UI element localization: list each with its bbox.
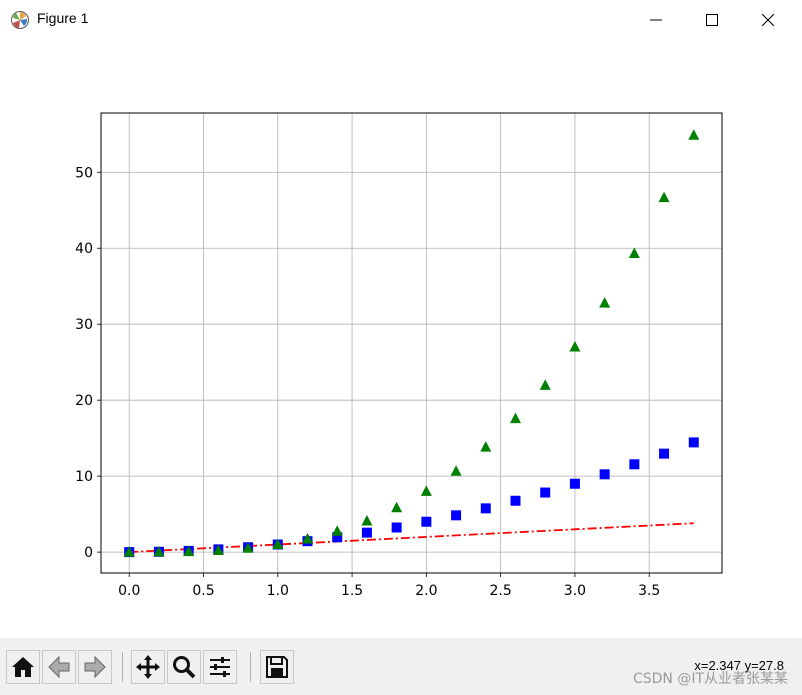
y-tick-label: 40 <box>75 241 93 257</box>
window-title: Figure 1 <box>37 10 89 26</box>
forward-arrow-icon <box>84 655 106 679</box>
toolbar-separator <box>250 652 251 682</box>
forward-button[interactable] <box>78 650 112 684</box>
pan-button[interactable] <box>131 650 165 684</box>
minimize-icon <box>650 19 662 21</box>
close-button[interactable] <box>742 0 794 40</box>
back-button[interactable] <box>42 650 76 684</box>
chart[interactable]: 0.0 0.5 1.0 1.5 2.0 2.5 3.0 3.5 0 10 20 30 40 50 <box>0 40 802 638</box>
matplotlib-icon <box>11 11 29 29</box>
back-arrow-icon <box>48 655 70 679</box>
save-button[interactable] <box>260 650 294 684</box>
title-bar[interactable]: Figure 1 <box>0 0 802 40</box>
x-tick-label: 0.5 <box>192 583 214 599</box>
x-tick-label: 1.5 <box>341 583 363 599</box>
y-tick-label: 50 <box>75 165 93 181</box>
square-point <box>540 487 551 498</box>
square-point <box>599 469 610 480</box>
configure-subplots-icon <box>210 657 230 677</box>
maximize-button[interactable] <box>686 0 738 40</box>
figure-canvas[interactable]: 0.0 0.5 1.0 1.5 2.0 2.5 3.0 3.5 0 10 20 30 40 50 <box>0 40 802 638</box>
save-disk-icon <box>266 656 288 678</box>
y-tick-label: 20 <box>75 393 93 409</box>
x-tick-label: 2.0 <box>415 583 437 599</box>
square-point <box>361 527 372 538</box>
square-point <box>421 516 432 527</box>
y-tick-label: 10 <box>75 469 93 485</box>
zoom-magnifier-icon <box>173 656 196 679</box>
square-point <box>629 459 640 470</box>
figure-window: Figure 1 0.0 0.5 1.0 1.5 2.0 2.5 3.0 3.5 0 10 20 30… <box>0 0 802 695</box>
home-button[interactable] <box>6 650 40 684</box>
home-icon <box>12 657 34 677</box>
close-icon <box>762 14 774 26</box>
square-point <box>480 503 491 514</box>
y-tick-label: 0 <box>84 545 93 561</box>
toolbar-separator <box>122 652 123 682</box>
pan-move-icon <box>136 655 160 679</box>
square-point <box>451 510 462 521</box>
square-point <box>391 522 402 533</box>
configure-subplots-button[interactable] <box>203 650 237 684</box>
maximize-icon <box>706 14 718 26</box>
square-point <box>688 437 699 448</box>
x-tick-label: 3.5 <box>638 583 660 599</box>
x-tick-label: 1.0 <box>267 583 289 599</box>
x-tick-label: 2.5 <box>490 583 512 599</box>
zoom-button[interactable] <box>167 650 201 684</box>
navigation-toolbar: x=2.347 y=27.8 CSDN @IT从业者张某某 <box>0 638 802 695</box>
square-point <box>510 495 521 506</box>
minimize-button[interactable] <box>630 0 682 40</box>
plot-background[interactable] <box>101 113 722 573</box>
watermark-text: CSDN @IT从业者张某某 <box>632 671 788 687</box>
y-tick-label: 30 <box>75 317 93 333</box>
x-tick-label: 3.0 <box>564 583 586 599</box>
square-point <box>659 448 670 459</box>
x-tick-label: 0.0 <box>118 583 140 599</box>
square-point <box>569 478 580 489</box>
